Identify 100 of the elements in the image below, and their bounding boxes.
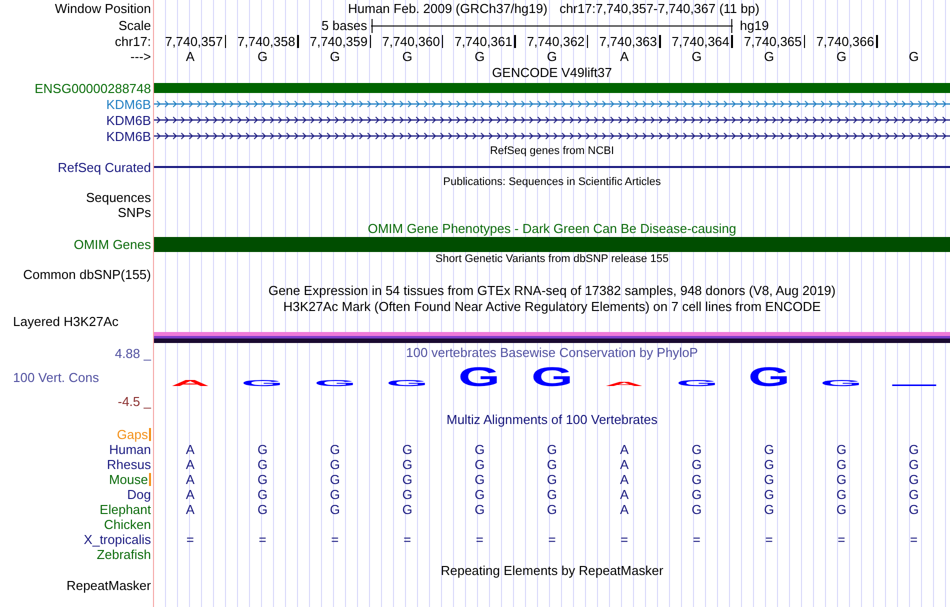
track-label[interactable]: ---> xyxy=(130,49,151,64)
aligned-base: G xyxy=(835,502,848,517)
track-label[interactable]: KDM6B xyxy=(106,112,151,128)
browser-header-text: Human Feb. 2009 (GRCh37/hg19) xyxy=(348,1,548,16)
aligned-base: = xyxy=(330,532,340,547)
track-label[interactable]: KDM6B xyxy=(106,96,151,112)
ruler-tick xyxy=(224,35,226,48)
aligned-base: G xyxy=(256,502,269,517)
browser-header-text: chr17:7,740,357-7,740,367 (11 bp) xyxy=(559,1,760,16)
aligned-base: G xyxy=(763,457,776,472)
track-title: Short Genetic Variants from dbSNP release 155 xyxy=(434,252,670,267)
aligned-base: G xyxy=(256,442,269,457)
track-label[interactable]: KDM6B xyxy=(106,128,151,144)
aligned-base: G xyxy=(690,442,703,457)
track-label[interactable]: SNPs xyxy=(118,205,151,220)
track-label[interactable]: Rhesus xyxy=(106,457,151,472)
ruler-tick xyxy=(370,35,372,48)
track-label[interactable]: Zebrafish xyxy=(96,547,151,562)
aligned-base: G xyxy=(763,442,776,457)
aligned-base: = xyxy=(402,532,412,547)
track-title: RefSeq genes from NCBI xyxy=(488,144,616,159)
position-number: 7,740,359 xyxy=(310,34,369,49)
aligned-base: G xyxy=(474,442,486,457)
aligned-base: G xyxy=(328,487,341,502)
logo-letter: G xyxy=(676,378,718,388)
base-letter: G xyxy=(546,49,558,64)
track-label[interactable]: Dog xyxy=(127,487,151,502)
track-label[interactable]: Common dbSNP(155) xyxy=(23,267,151,282)
aligned-base: G xyxy=(546,472,558,487)
track-label[interactable]: 100 Vert. Cons xyxy=(13,370,151,385)
track-label[interactable]: Scale xyxy=(118,18,151,33)
base-letter: G xyxy=(763,49,776,64)
track-label[interactable]: X_tropicalis xyxy=(84,532,151,547)
aligned-base: = xyxy=(620,532,630,547)
aligned-base: G xyxy=(546,457,558,472)
ruler-tick xyxy=(442,35,444,48)
track-title: OMIM Gene Phenotypes - Dark Green Can Be Disease-causing xyxy=(366,220,738,236)
assembly-text: hg19 xyxy=(738,18,770,33)
track-title: Publications: Sequences in Scientific Articles xyxy=(442,175,662,190)
aligned-base: G xyxy=(328,442,341,457)
aligned-base: G xyxy=(401,487,414,502)
logo-letter: G xyxy=(458,362,501,392)
aligned-base: = xyxy=(258,532,268,547)
track-label[interactable]: Elephant xyxy=(100,502,151,517)
aligned-base: G xyxy=(763,472,776,487)
ruler-tick xyxy=(514,35,516,48)
base-letter: G xyxy=(690,49,703,64)
track-label[interactable]: Mouse xyxy=(108,472,148,487)
track-label[interactable]: RepeatMasker xyxy=(66,578,151,593)
logo-letter: G xyxy=(748,362,790,392)
track-label[interactable]: Layered H3K27Ac xyxy=(13,314,119,329)
axis-min-label: -4.5 _ xyxy=(118,394,151,409)
aligned-base: G xyxy=(546,442,558,457)
track-label[interactable]: RefSeq Curated xyxy=(58,160,151,174)
aligned-base: = xyxy=(547,532,557,547)
aligned-base: G xyxy=(908,442,920,457)
track-label[interactable]: Sequences xyxy=(86,190,151,205)
track-title: H3K27Ac Mark (Often Found Near Active Regulatory Elements) on 7 cell lines from ENCODE xyxy=(282,298,822,314)
aligned-base: G xyxy=(328,457,341,472)
aligned-base: G xyxy=(908,457,920,472)
aligned-base: G xyxy=(763,502,776,517)
aligned-base: A xyxy=(184,502,196,517)
position-number: 7,740,358 xyxy=(237,34,296,49)
base-letter: G xyxy=(835,49,848,64)
aligned-base: G xyxy=(546,487,558,502)
aligned-base: G xyxy=(401,502,414,517)
track-label[interactable]: Human xyxy=(109,442,151,457)
aligned-base: G xyxy=(474,487,486,502)
aligned-base: = xyxy=(909,532,919,547)
gene-bar[interactable] xyxy=(154,236,950,252)
track-label[interactable]: chr17: xyxy=(114,34,151,49)
aligned-base: G xyxy=(835,472,848,487)
base-letter: A xyxy=(184,49,196,64)
aligned-base: G xyxy=(474,457,486,472)
track-label[interactable]: ENSG00000288748 xyxy=(34,80,151,96)
aligned-base: G xyxy=(328,502,341,517)
aligned-base: G xyxy=(401,442,414,457)
track-label[interactable]: Window Position xyxy=(54,1,151,16)
aligned-base: = xyxy=(474,532,484,547)
aligned-base: G xyxy=(328,472,341,487)
gene-line[interactable] xyxy=(154,166,950,168)
aligned-base: = xyxy=(185,532,195,547)
base-letter: G xyxy=(401,49,414,64)
logo-letter: G xyxy=(314,378,356,388)
logo-letter: G xyxy=(242,378,284,388)
track-label[interactable]: OMIM Genes xyxy=(74,236,151,252)
aligned-base: G xyxy=(474,502,486,517)
ruler-tick xyxy=(586,35,588,48)
logo-letter: G xyxy=(530,362,573,392)
track-title: 100 vertebrates Basewise Conservation by PhyloP xyxy=(405,345,699,361)
ruler-tick xyxy=(876,35,878,48)
aligned-base: G xyxy=(401,457,414,472)
aligned-base: A xyxy=(184,472,196,487)
aligned-base: G xyxy=(908,472,920,487)
aligned-base: A xyxy=(619,457,630,472)
aligned-base: G xyxy=(835,442,848,457)
track-label[interactable]: Chicken xyxy=(104,517,151,532)
aligned-base: G xyxy=(835,457,848,472)
aligned-base: A xyxy=(619,487,630,502)
position-number: 7,740,365 xyxy=(744,34,803,49)
